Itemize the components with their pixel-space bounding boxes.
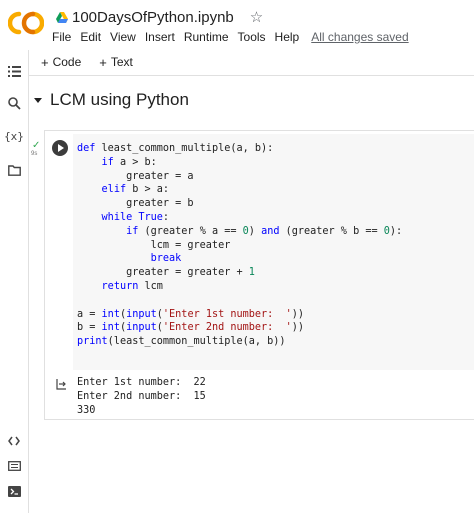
search-icon[interactable] xyxy=(5,94,23,112)
toc-icon[interactable] xyxy=(5,62,23,80)
code-line[interactable]: if (greater % a == 0) and (greater % b =… xyxy=(77,225,402,239)
code-line[interactable]: greater = a xyxy=(77,170,402,184)
add-text-button[interactable]: + Text xyxy=(99,55,133,70)
collapse-caret-icon[interactable] xyxy=(34,97,42,103)
drive-icon xyxy=(56,11,68,23)
variables-icon[interactable]: {x} xyxy=(4,127,24,145)
menu-edit[interactable]: Edit xyxy=(80,30,101,44)
code-line[interactable]: return lcm xyxy=(77,280,402,294)
section-heading[interactable]: LCM using Python xyxy=(29,86,474,114)
output-line: Enter 1st number: 22 xyxy=(77,377,206,388)
add-code-button[interactable]: + Code xyxy=(41,55,81,70)
star-icon[interactable]: ☆ xyxy=(250,8,263,26)
play-icon xyxy=(58,144,64,152)
title-row: 100DaysOfPython.ipynb ☆ xyxy=(56,7,263,27)
code-line[interactable]: def least_common_multiple(a, b): xyxy=(77,142,402,156)
menu-help[interactable]: Help xyxy=(275,30,300,44)
folder-icon[interactable] xyxy=(5,161,23,179)
app-header: 100DaysOfPython.ipynb ☆ File Edit View I… xyxy=(0,0,474,50)
plus-icon: + xyxy=(41,54,49,70)
menu-file[interactable]: File xyxy=(52,30,71,44)
code-cell[interactable]: def least_common_multiple(a, b): if a > … xyxy=(44,130,474,420)
menu-tools[interactable]: Tools xyxy=(238,30,266,44)
section-title: LCM using Python xyxy=(50,90,189,109)
code-line[interactable]: break xyxy=(77,252,402,266)
code-line[interactable]: greater = b xyxy=(77,197,402,211)
toolbar-divider xyxy=(29,75,474,76)
code-line[interactable] xyxy=(77,294,402,308)
colab-logo[interactable] xyxy=(8,10,44,36)
output-clear-icon[interactable] xyxy=(55,378,67,390)
menu-view[interactable]: View xyxy=(110,30,136,44)
code-line[interactable]: lcm = greater xyxy=(77,239,402,253)
code-line[interactable]: print(least_common_multiple(a, b)) xyxy=(77,335,402,349)
menu-insert[interactable]: Insert xyxy=(145,30,175,44)
code-line[interactable]: if a > b: xyxy=(77,156,402,170)
notebook-title[interactable]: 100DaysOfPython.ipynb xyxy=(72,9,234,26)
add-text-label: Text xyxy=(110,55,133,69)
output-line: Enter 2nd number: 15 xyxy=(77,390,206,402)
execution-check-icon: ✓ xyxy=(32,140,41,151)
code-line[interactable]: elif b > a: xyxy=(77,183,402,197)
code-line[interactable]: a = int(input('Enter 1st number: ')) xyxy=(77,308,402,322)
code-line[interactable]: while True: xyxy=(77,211,402,225)
left-rail: {x} xyxy=(0,50,29,513)
terminal-icon[interactable] xyxy=(5,482,23,500)
run-cell-button[interactable] xyxy=(52,140,68,156)
code-snippets-icon[interactable] xyxy=(5,432,23,450)
save-status[interactable]: All changes saved xyxy=(311,30,408,44)
menu-runtime[interactable]: Runtime xyxy=(184,30,229,44)
code-text[interactable]: def least_common_multiple(a, b): if a > … xyxy=(77,142,402,349)
code-line[interactable]: greater = greater + 1 xyxy=(77,266,402,280)
cell-output: Enter 1st number: 22 Enter 2nd number: 15… xyxy=(77,376,206,417)
output-line: 330 xyxy=(77,404,96,416)
command-palette-icon[interactable] xyxy=(5,457,23,475)
execution-time: 9s xyxy=(31,151,38,157)
menu-bar: File Edit View Insert Runtime Tools Help… xyxy=(52,30,409,44)
code-editor[interactable]: def least_common_multiple(a, b): if a > … xyxy=(73,134,474,370)
plus-icon: + xyxy=(99,54,107,70)
code-line[interactable]: b = int(input('Enter 2nd number: ')) xyxy=(77,321,402,335)
notebook-toolbar: + Code + Text xyxy=(29,50,474,74)
add-code-label: Code xyxy=(52,55,82,69)
